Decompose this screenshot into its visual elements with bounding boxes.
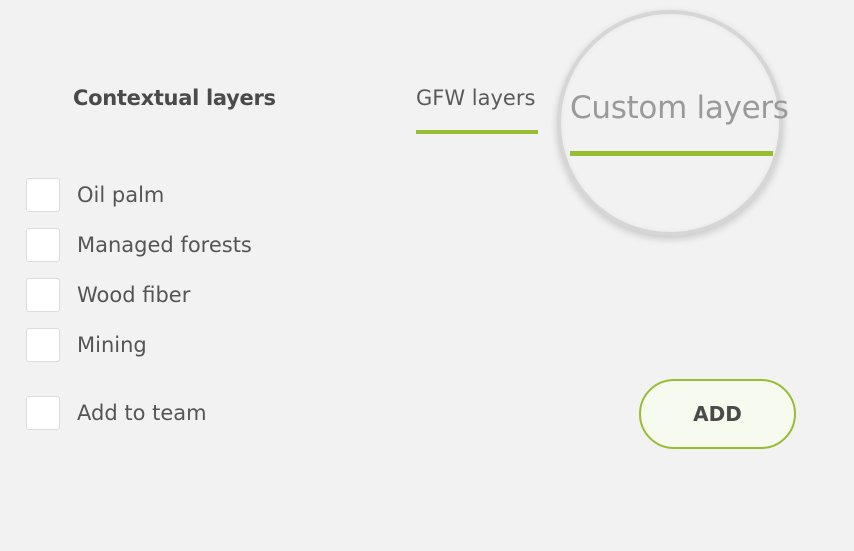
checkbox[interactable]: [26, 278, 60, 312]
contextual-layers-panel: Contextual layers GFW layers Custom laye…: [0, 0, 854, 551]
add-to-team-option[interactable]: Add to team: [26, 395, 207, 431]
layer-label: Oil palm: [77, 183, 165, 207]
layer-label: Mining: [77, 333, 147, 357]
checkbox[interactable]: [26, 328, 60, 362]
layer-option-wood-fiber[interactable]: Wood fiber: [26, 277, 190, 313]
checkbox[interactable]: [26, 396, 60, 430]
layer-option-oil-palm[interactable]: Oil palm: [26, 177, 164, 213]
add-to-team-label: Add to team: [77, 401, 207, 425]
active-tab-underline: [416, 130, 538, 134]
layer-label: Wood fiber: [77, 283, 191, 307]
layer-option-mining[interactable]: Mining: [26, 327, 147, 363]
tab-custom-layers[interactable]: Custom layers: [570, 90, 789, 126]
checkbox[interactable]: [26, 228, 60, 262]
tab-gfw-layers[interactable]: GFW layers: [416, 86, 538, 134]
custom-tab-underline: [570, 151, 773, 156]
layer-label: Managed forests: [77, 233, 252, 257]
layer-option-managed-forests[interactable]: Managed forests: [26, 227, 252, 263]
panel-title: Contextual layers: [73, 86, 276, 110]
tab-gfw-layers-label: GFW layers: [416, 86, 536, 110]
checkbox[interactable]: [26, 178, 60, 212]
add-button[interactable]: ADD: [639, 379, 796, 449]
